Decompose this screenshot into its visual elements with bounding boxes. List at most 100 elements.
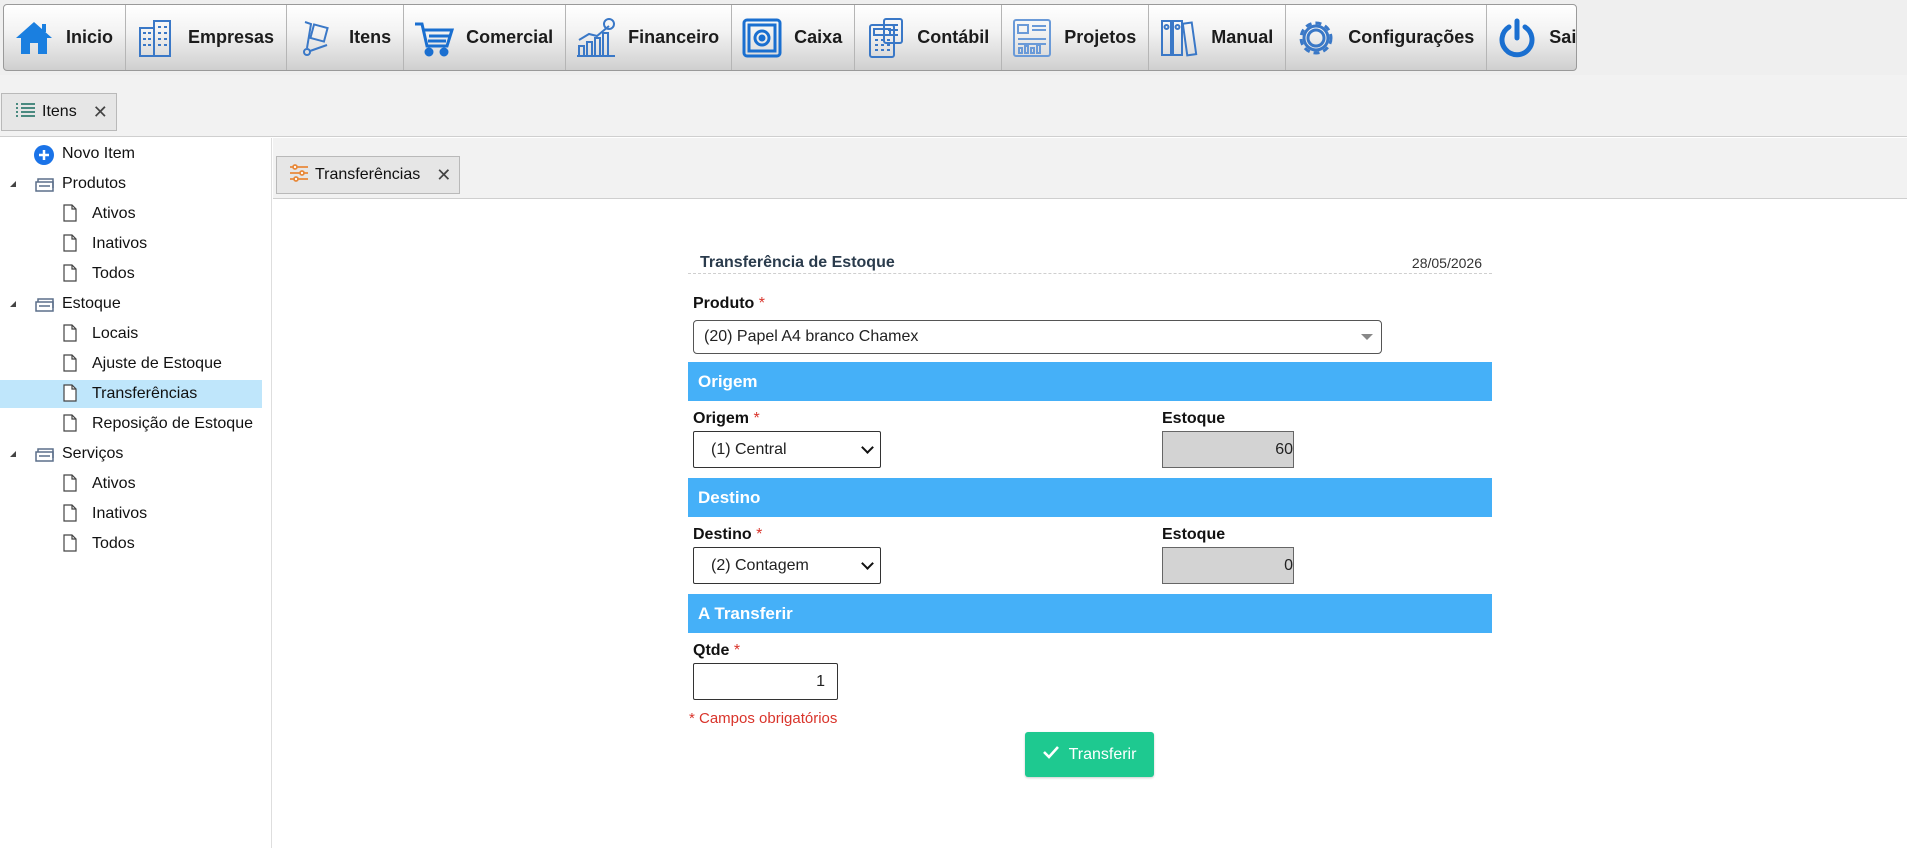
qtde-input[interactable]: 1 — [693, 663, 838, 700]
workspace-tab-strip: Itens ✕ — [0, 75, 1907, 137]
sidebar-item-label: Ativos — [92, 475, 136, 492]
main-menu: Inicio Empresas Itens Comercial Financei… — [3, 4, 1577, 71]
tab-transferencias[interactable]: Transferências ✕ — [276, 156, 461, 194]
finance-chart-icon — [574, 16, 618, 60]
form-header: Transferência de Estoque 28/05/2026 — [688, 238, 1492, 274]
origem-select[interactable]: (1) Central — [693, 431, 881, 468]
document-icon — [63, 204, 77, 222]
tab-itens-label: Itens — [42, 103, 77, 120]
produto-combobox[interactable]: (20) Papel A4 branco Chamex — [693, 320, 1382, 354]
collapse-arrow-icon[interactable] — [8, 179, 18, 189]
menu-item-comercial[interactable]: Comercial — [404, 5, 567, 70]
gear-icon — [1294, 16, 1338, 60]
qtde-value: 1 — [816, 672, 825, 690]
origem-label-text: Origem — [693, 410, 750, 427]
check-icon — [1042, 745, 1059, 764]
home-icon — [12, 16, 56, 60]
menu-item-caixa[interactable]: Caixa — [732, 5, 856, 70]
menu-item-itens[interactable]: Itens — [287, 5, 405, 70]
menu-label-projetos: Projetos — [1064, 27, 1137, 47]
sidebar-group-produtos[interactable]: Produtos — [0, 170, 262, 198]
calculator-icon — [863, 16, 907, 60]
folder-stack-icon — [35, 176, 55, 192]
origem-value: (1) Central — [711, 440, 787, 458]
required-fields-note: * Campos obrigatórios — [689, 710, 838, 727]
origem-label: Origem * — [693, 410, 760, 428]
sidebar-item-servicos-inativos[interactable]: Inativos — [0, 500, 262, 528]
sidebar-group-servicos[interactable]: Serviços — [0, 440, 262, 468]
sidebar-item-label: Locais — [92, 325, 139, 342]
origem-estoque-label: Estoque — [1162, 410, 1226, 427]
required-mark: * — [756, 526, 763, 543]
close-icon[interactable]: ✕ — [436, 165, 451, 186]
document-icon — [63, 534, 77, 552]
folder-stack-icon — [35, 296, 55, 312]
menu-item-manual[interactable]: Manual — [1149, 5, 1287, 70]
produto-value: (20) Papel A4 branco Chamex — [704, 328, 919, 345]
form-date: 28/05/2026 — [1411, 255, 1482, 271]
tab-transferencias-label: Transferências — [315, 166, 421, 183]
sidebar-item-transferencias[interactable]: Transferências — [0, 380, 262, 408]
sidebar-item-locais[interactable]: Locais — [0, 320, 262, 348]
menu-item-empresas[interactable]: Empresas — [126, 5, 288, 70]
content-tab-strip: Transferências ✕ — [273, 138, 1907, 199]
sidebar-item-produtos-inativos[interactable]: Inativos — [0, 230, 262, 258]
transferir-button[interactable]: Transferir — [1025, 732, 1154, 777]
sidebar-item-produtos-ativos[interactable]: Ativos — [0, 200, 262, 228]
sidebar-group-estoque[interactable]: Estoque — [0, 290, 262, 318]
sidebar-group-label: Serviços — [62, 445, 124, 462]
section-destino: Destino — [688, 478, 1492, 517]
menu-item-projetos[interactable]: Projetos — [1002, 5, 1150, 70]
menu-item-contabil[interactable]: Contábil — [855, 5, 1003, 70]
folder-stack-icon — [35, 446, 55, 462]
list-icon — [14, 102, 36, 123]
menu-label-sair: Sair — [1549, 27, 1577, 47]
destino-estoque-value: 0 — [1284, 556, 1293, 574]
sidebar-item-label: Transferências — [92, 385, 198, 402]
menu-item-configuracoes[interactable]: Configurações — [1286, 5, 1488, 70]
dashboard-icon — [1010, 16, 1054, 60]
safe-icon — [740, 16, 784, 60]
sidebar-item-label: Inativos — [92, 505, 148, 522]
destino-label: Destino * — [693, 526, 762, 544]
destino-estoque-field: 0 — [1162, 547, 1294, 584]
sidebar-item-ajuste-de-estoque[interactable]: Ajuste de Estoque — [0, 350, 262, 378]
destino-select[interactable]: (2) Contagem — [693, 547, 881, 584]
power-icon — [1495, 16, 1539, 60]
collapse-arrow-icon[interactable] — [8, 299, 18, 309]
produto-label-text: Produto — [693, 295, 755, 312]
plus-circle-icon — [34, 145, 54, 165]
transfer-form: Transferência de Estoque 28/05/2026 Prod… — [688, 238, 1492, 777]
sidebar-item-novo-item[interactable]: Novo Item — [0, 140, 262, 168]
collapse-arrow-icon[interactable] — [8, 449, 18, 459]
sidebar-tree: Novo Item Produtos Ativos Inativos Todos — [0, 138, 272, 848]
hand-truck-icon — [295, 16, 339, 60]
menu-item-sair[interactable]: Sair — [1487, 5, 1577, 70]
close-icon[interactable]: ✕ — [93, 102, 108, 123]
sidebar-item-reposicao-de-estoque[interactable]: Reposição de Estoque — [0, 410, 262, 438]
required-mark: * — [753, 410, 760, 427]
section-a-transferir: A Transferir — [688, 594, 1492, 633]
sidebar-item-label: Inativos — [92, 235, 148, 252]
menu-item-financeiro[interactable]: Financeiro — [566, 5, 733, 70]
menu-label-contabil: Contábil — [917, 27, 990, 47]
sidebar-item-servicos-ativos[interactable]: Ativos — [0, 470, 262, 498]
menu-item-inicio[interactable]: Inicio — [4, 5, 127, 70]
transferir-button-label: Transferir — [1068, 745, 1137, 763]
required-mark: * — [758, 295, 766, 312]
menu-label-inicio: Inicio — [66, 27, 114, 47]
sidebar-item-servicos-todos[interactable]: Todos — [0, 530, 262, 558]
menu-label-caixa: Caixa — [794, 27, 843, 47]
tab-itens[interactable]: Itens ✕ — [1, 93, 117, 131]
document-icon — [63, 264, 77, 282]
sidebar-group-label: Estoque — [62, 295, 121, 312]
form-title: Transferência de Estoque — [700, 254, 895, 271]
document-icon — [63, 474, 77, 492]
sidebar-item-label: Todos — [92, 265, 135, 282]
menu-label-comercial: Comercial — [466, 27, 554, 47]
origem-estoque-field: 60 — [1162, 431, 1294, 468]
menu-label-financeiro: Financeiro — [628, 27, 720, 47]
document-icon — [63, 324, 77, 342]
dropdown-caret-icon[interactable] — [1361, 334, 1373, 340]
sidebar-item-produtos-todos[interactable]: Todos — [0, 260, 262, 288]
